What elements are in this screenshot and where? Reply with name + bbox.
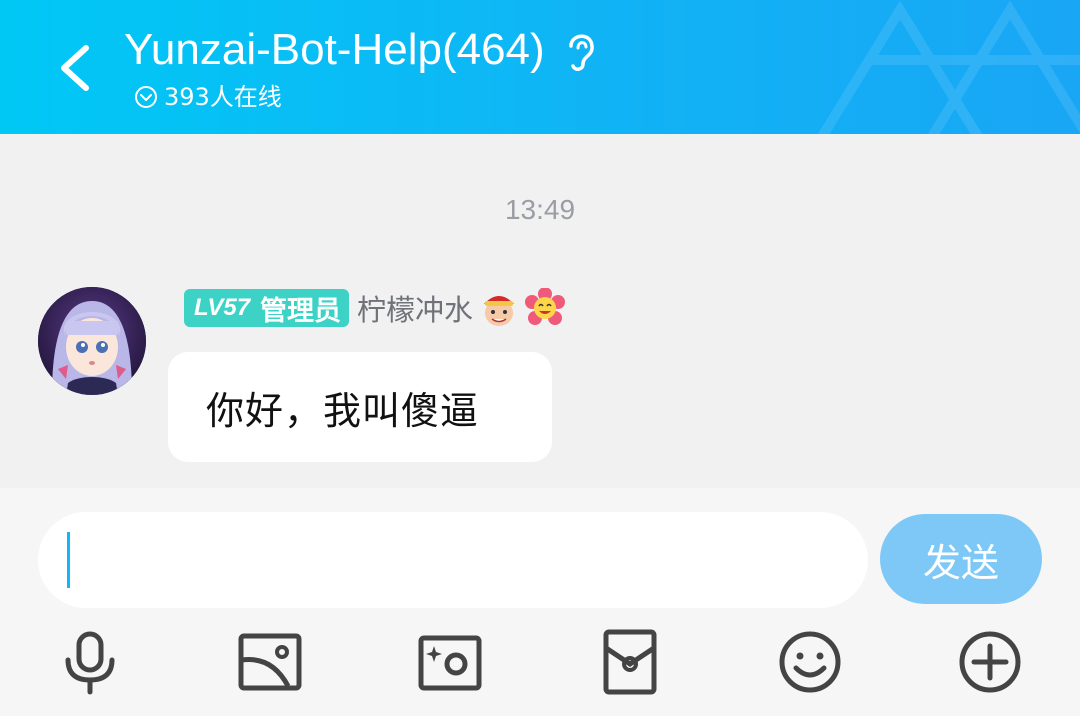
image-icon bbox=[238, 633, 302, 691]
badge-role: 管理员 bbox=[260, 295, 342, 327]
fortune-god-icon bbox=[479, 288, 519, 328]
message-text: 你好，我叫傻逼 bbox=[206, 388, 480, 433]
online-count-text: 393人在线 bbox=[164, 83, 282, 111]
chat-header: Yunzai-Bot-Help(464) 393人在线 bbox=[0, 0, 1080, 134]
camera-icon bbox=[418, 635, 482, 691]
send-button[interactable]: 发送 bbox=[880, 514, 1042, 604]
back-button[interactable] bbox=[48, 36, 104, 100]
plus-icon bbox=[959, 631, 1021, 693]
image-button[interactable] bbox=[236, 628, 304, 696]
emoji-button[interactable] bbox=[776, 628, 844, 696]
sender-nickname[interactable]: 柠檬冲水 bbox=[357, 287, 473, 329]
chevron-left-icon bbox=[61, 45, 89, 91]
emoji-icon bbox=[779, 631, 841, 693]
message-timestamp: 13:49 bbox=[504, 194, 576, 225]
microphone-button[interactable] bbox=[56, 628, 124, 696]
title-row: Yunzai-Bot-Help(464) bbox=[124, 24, 601, 76]
camera-button[interactable] bbox=[416, 628, 484, 696]
message-bubble[interactable]: 你好，我叫傻逼 bbox=[168, 352, 552, 462]
microphone-icon bbox=[65, 631, 115, 695]
red-packet-button[interactable] bbox=[596, 628, 664, 696]
message-input[interactable] bbox=[38, 512, 868, 608]
flower-face-icon bbox=[525, 287, 566, 328]
chat-area[interactable]: 13:49 LV57 管理员 柠檬冲水 你好，我叫傻逼 bbox=[0, 134, 1080, 488]
badge-level: LV57 bbox=[194, 294, 251, 321]
online-status[interactable]: 393人在线 bbox=[134, 82, 282, 112]
red-packet-icon bbox=[603, 629, 657, 695]
sender-meta: LV57 管理员 柠檬冲水 bbox=[184, 287, 566, 329]
text-caret bbox=[67, 532, 70, 588]
ear-icon[interactable] bbox=[561, 26, 601, 74]
level-badge: LV57 管理员 bbox=[184, 289, 350, 327]
avatar[interactable] bbox=[38, 287, 146, 395]
header-decoration bbox=[817, 0, 1080, 134]
plus-button[interactable] bbox=[956, 628, 1024, 696]
input-bar: 发送 bbox=[0, 488, 1080, 716]
group-title[interactable]: Yunzai-Bot-Help(464) bbox=[124, 24, 545, 76]
chevron-down-circle-icon bbox=[134, 85, 158, 109]
